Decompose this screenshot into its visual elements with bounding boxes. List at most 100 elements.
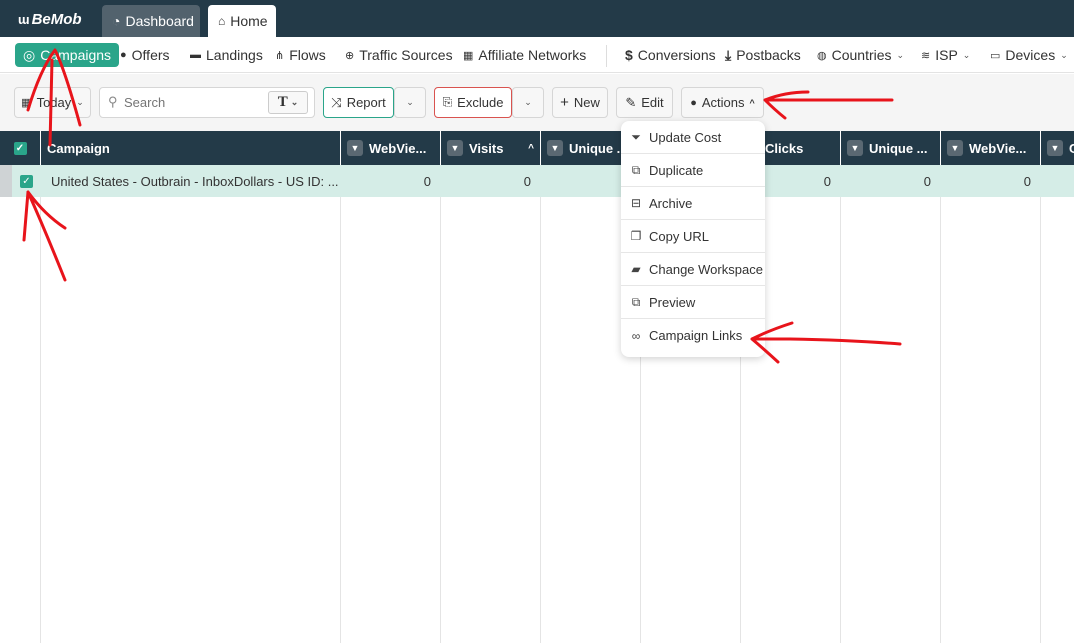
shuffle-icon: ⤨	[331, 94, 342, 110]
nav-flows[interactable]: ⋔ Flows	[275, 43, 326, 67]
target-icon: ◎	[23, 46, 36, 63]
search-icon: ⚲	[108, 94, 118, 109]
table-row[interactable]: ✓ United States - Outbrain - InboxDollar…	[0, 165, 1074, 197]
bemob-logo[interactable]: ɯ BeMob	[18, 11, 82, 28]
cell-visits: 0	[523, 173, 531, 189]
nav-postbacks[interactable]: ⤓ Postbacks	[725, 43, 801, 67]
campaigns-table: ✓ Campaign ▼ WebVie... ▼ Visits ^ ▼ Uniq…	[0, 131, 1074, 643]
chevron-up-icon: ^	[749, 97, 755, 108]
chevron-down-icon: ⌄	[1060, 49, 1068, 60]
clone-icon: ❐	[630, 229, 642, 243]
date-range-button[interactable]: ▦ Today ⌄	[14, 87, 91, 118]
select-all-checkbox-cell[interactable]: ✓	[0, 131, 41, 165]
menu-item-archive[interactable]: ⊟ Archive	[621, 187, 765, 220]
tab-dashboard[interactable]: ◔ Dashboard	[102, 5, 200, 37]
column-divider	[440, 197, 441, 643]
column-divider	[340, 197, 341, 643]
exclude-dropdown-button[interactable]: ⌄	[512, 87, 544, 118]
cell-webviews: 0	[423, 173, 431, 189]
column-divider	[840, 197, 841, 643]
wifi-icon: ≋	[921, 49, 931, 62]
new-button[interactable]: + New	[552, 87, 608, 118]
column-header-webviews-2[interactable]: ▼ WebVie...	[941, 131, 1041, 165]
chevron-down-icon: ⌄	[76, 97, 84, 107]
network-icon: ▦	[463, 49, 474, 62]
search-input[interactable]	[124, 93, 264, 112]
column-divider	[40, 197, 41, 643]
column-header-campaign[interactable]: Campaign	[41, 131, 341, 165]
laptop-icon: ▭	[990, 49, 1001, 62]
edit-button[interactable]: ✎ Edit	[616, 87, 673, 118]
actions-button[interactable]: ● Actions ^	[681, 87, 764, 118]
logo-icon: ɯ	[18, 12, 30, 27]
sitemap-icon: ⋔	[275, 49, 285, 62]
nav-landings[interactable]: ▬ Landings	[190, 43, 263, 67]
filter-icon[interactable]: ▼	[547, 140, 563, 156]
row-checkbox-cell[interactable]: ✓	[12, 165, 41, 197]
chevron-down-icon: ⌄	[290, 97, 299, 107]
search-type-select[interactable]: T ⌄	[268, 91, 308, 114]
chevron-down-icon: ⌄	[896, 49, 905, 60]
link-icon: ∞	[631, 328, 641, 343]
menu-item-campaign-links[interactable]: ∞ Campaign Links	[621, 319, 765, 352]
cell-unique-clicks: 0	[923, 173, 931, 189]
report-dropdown-button[interactable]: ⌄	[394, 87, 426, 118]
calendar-icon: ▦	[21, 97, 32, 109]
filter-icon[interactable]: ▼	[347, 140, 363, 156]
tab-home[interactable]: ⌂ Home	[208, 5, 276, 37]
nav-affiliate-networks[interactable]: ▦ Affiliate Networks	[463, 43, 586, 67]
dollar-icon: $	[625, 47, 633, 63]
table-header: ✓ Campaign ▼ WebVie... ▼ Visits ^ ▼ Uniq…	[0, 131, 1074, 165]
gauge-icon: ◔	[112, 13, 121, 29]
filter-dollar-icon: ⏷	[631, 129, 641, 144]
select-all-checkbox[interactable]: ✓	[13, 141, 27, 155]
report-button[interactable]: ⤨ Report	[323, 87, 394, 118]
filter-icon[interactable]: ▼	[447, 140, 463, 156]
sort-asc-icon[interactable]: ^	[528, 143, 534, 154]
globe-icon: ◍	[817, 49, 827, 62]
fire-icon: ●	[690, 96, 697, 109]
nav-campaigns[interactable]: ◎ Campaigns	[15, 43, 120, 67]
copy-icon: ⧉	[631, 162, 641, 177]
actions-menu: ⏷ Update Cost ⧉ Duplicate ⊟ Archive ❐ Co…	[621, 121, 765, 357]
column-divider	[1040, 197, 1041, 643]
chevron-down-icon: ⌄	[524, 97, 532, 107]
external-link-icon: ⧉	[631, 294, 641, 309]
menu-item-change-workspace[interactable]: ▰ Change Workspace	[621, 253, 765, 286]
campaign-name-cell[interactable]: United States - Outbrain - InboxDollars …	[41, 165, 341, 197]
folders-icon: ▰	[631, 262, 641, 276]
nav-devices[interactable]: ▭ Devices ⌄	[990, 43, 1068, 67]
nav-divider	[606, 45, 607, 67]
row-drag-handle[interactable]	[0, 165, 12, 197]
menu-item-copy-url[interactable]: ❐ Copy URL	[621, 220, 765, 253]
filter-icon[interactable]: ▼	[847, 140, 863, 156]
row-checkbox[interactable]: ✓	[20, 174, 33, 188]
column-header-unique-clicks[interactable]: ▼ Unique ...	[841, 131, 941, 165]
pencil-icon: ✎	[625, 94, 637, 110]
nav-offers[interactable]: ● Offers	[120, 43, 170, 67]
column-header-visits[interactable]: ▼ Visits ^	[441, 131, 541, 165]
column-divider	[540, 197, 541, 643]
filter-icon[interactable]: ▼	[947, 140, 963, 156]
nav-traffic-sources[interactable]: ⊕ Traffic Sources	[345, 43, 453, 67]
menu-item-update-cost[interactable]: ⏷ Update Cost	[621, 121, 765, 154]
search-field: ⚲ T ⌄	[99, 87, 315, 118]
home-icon: ⌂	[218, 14, 226, 28]
cell-c	[1041, 165, 1074, 197]
exclude-button[interactable]: ⎘ Exclude	[434, 87, 512, 118]
window-icon: ▬	[190, 49, 201, 61]
nav-conversions[interactable]: $ Conversions	[625, 43, 716, 67]
plus-icon: +	[560, 94, 569, 111]
menu-item-preview[interactable]: ⧉ Preview	[621, 286, 765, 319]
nav-countries[interactable]: ◍ Countries ⌄	[817, 43, 904, 67]
menu-item-duplicate[interactable]: ⧉ Duplicate	[621, 154, 765, 187]
column-header-webviews[interactable]: ▼ WebVie...	[341, 131, 441, 165]
chevron-down-icon: ⌄	[962, 49, 971, 60]
column-divider	[940, 197, 941, 643]
nav-isp[interactable]: ≋ ISP ⌄	[921, 43, 970, 67]
main-nav: ◎ Campaigns ● Offers ▬ Landings ⋔ Flows …	[0, 37, 1074, 73]
top-bar: ɯ BeMob ◔ Dashboard ⌂ Home	[0, 0, 1074, 37]
column-header-c[interactable]: ▼ C	[1041, 131, 1074, 165]
filter-icon[interactable]: ▼	[1047, 140, 1063, 156]
toolbar: ▦ Today ⌄ ⚲ T ⌄ ⤨ Report ⌄ ⎘ Exclude ⌄ +…	[0, 74, 1074, 131]
